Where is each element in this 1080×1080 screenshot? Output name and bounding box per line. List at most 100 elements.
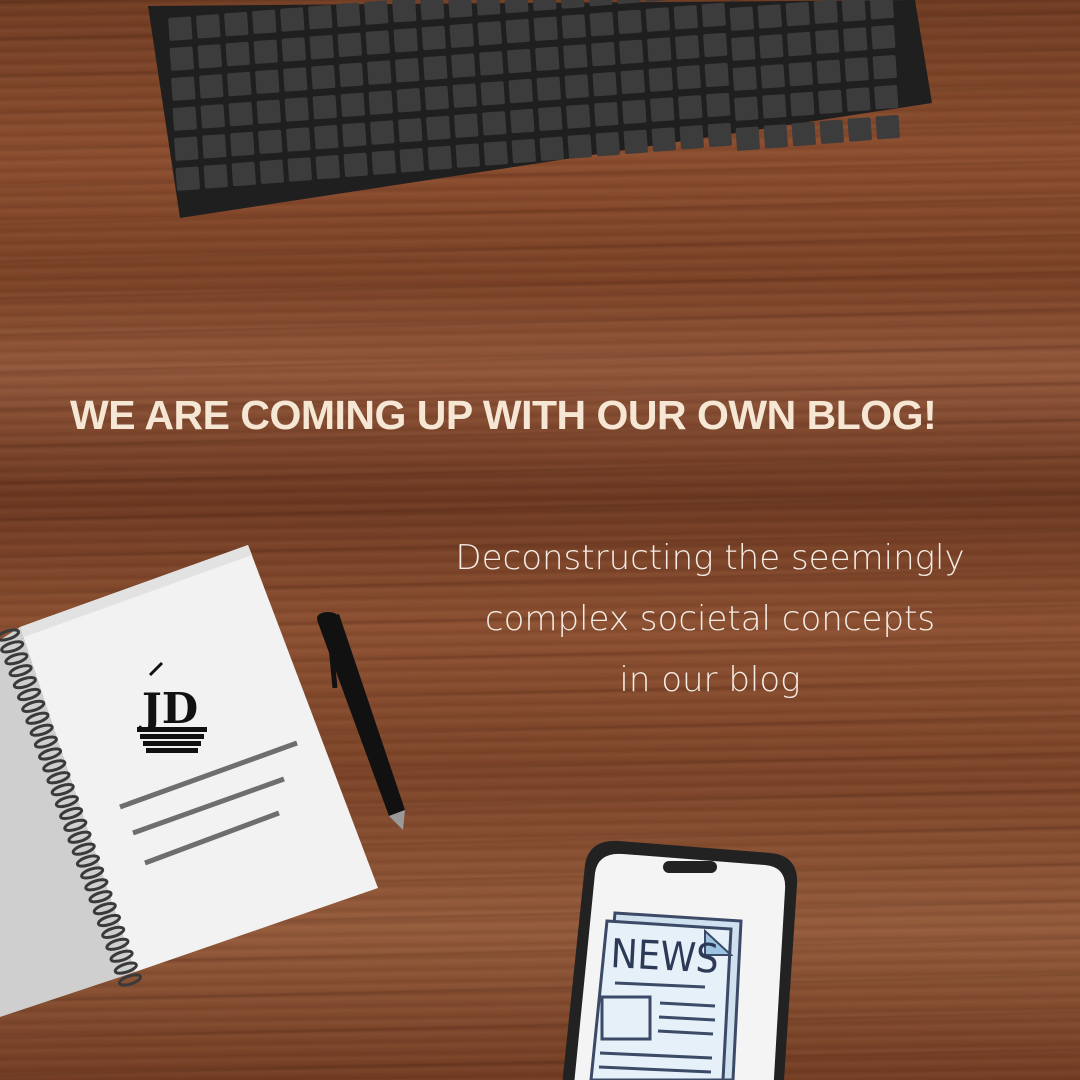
keycap — [230, 131, 255, 157]
keycap — [871, 25, 896, 50]
keycap — [196, 14, 221, 39]
keycap — [283, 67, 308, 92]
keycap — [175, 166, 200, 191]
keycap — [482, 111, 507, 136]
keycap — [507, 48, 532, 74]
keycap — [420, 0, 445, 21]
keycap — [448, 0, 473, 18]
keycap — [875, 115, 900, 140]
keycap — [172, 106, 197, 131]
keycap — [225, 41, 250, 67]
keycap — [595, 132, 620, 157]
keycap — [591, 42, 616, 67]
keycap — [171, 76, 196, 101]
keycap — [813, 0, 838, 24]
keycap — [477, 21, 502, 46]
keycap — [785, 1, 810, 27]
keycap — [365, 30, 390, 55]
keycap — [561, 14, 586, 39]
keycap — [395, 58, 420, 83]
keycap — [449, 23, 474, 48]
keycap — [532, 0, 557, 11]
keycap — [510, 108, 535, 134]
keycap — [651, 127, 676, 152]
keycap — [732, 66, 757, 91]
keycap — [841, 0, 866, 22]
keycap — [368, 90, 393, 115]
keycap — [539, 136, 564, 161]
subtitle-line: in our blog — [619, 660, 801, 700]
keycap — [451, 53, 476, 78]
keycap — [759, 34, 784, 59]
keycap — [762, 94, 787, 119]
keycap — [393, 28, 418, 53]
keycap — [258, 129, 283, 154]
keycap — [843, 27, 868, 52]
keycap — [308, 5, 333, 30]
keycap — [339, 62, 364, 88]
keycap — [252, 9, 277, 34]
keycap — [648, 67, 673, 92]
keycap — [566, 104, 591, 129]
keycap — [311, 65, 336, 90]
keycap — [846, 87, 871, 112]
keycap — [815, 29, 840, 54]
keycap — [256, 99, 281, 124]
keycap — [617, 9, 642, 35]
keycap — [564, 74, 589, 99]
keycap — [788, 61, 813, 87]
keycap — [287, 157, 312, 182]
keycap — [511, 138, 536, 164]
keycap — [315, 155, 340, 180]
keycap — [706, 92, 731, 118]
subtitle-line: Deconstructing the seemingly — [455, 538, 965, 578]
keycap — [423, 55, 448, 81]
keycap — [255, 69, 280, 94]
keycap — [227, 71, 252, 97]
keycap — [874, 85, 899, 110]
promo-poster: WE ARE COMING UP WITH OUR OWN BLOG! Deco… — [0, 0, 1080, 1080]
keyboard-icon — [148, 0, 932, 218]
keycap — [199, 74, 224, 99]
keycap — [729, 6, 754, 31]
pen-icon — [317, 612, 405, 830]
keycap — [844, 57, 869, 82]
keycap — [174, 136, 199, 161]
newspaper-icon: NEWS — [589, 911, 743, 1080]
keycap — [424, 85, 449, 111]
keycap — [734, 96, 759, 121]
keycap — [396, 88, 421, 113]
keycap — [455, 143, 480, 168]
keycap — [504, 0, 529, 14]
keycap — [594, 102, 619, 127]
keycap — [342, 122, 367, 148]
keycap — [819, 119, 844, 144]
keycap — [704, 62, 729, 88]
keycap — [371, 150, 396, 175]
keycap — [202, 134, 227, 159]
keycap — [592, 72, 617, 97]
keycap — [309, 35, 334, 60]
keycap — [757, 4, 782, 29]
keycap — [731, 36, 756, 61]
keycap — [343, 152, 368, 178]
keycap — [623, 129, 648, 155]
subtitle-line: complex societal concepts — [484, 599, 936, 639]
keycap — [340, 92, 365, 118]
keycap — [508, 78, 533, 104]
keycap — [533, 16, 558, 41]
keycap — [421, 25, 446, 51]
keycap — [476, 0, 501, 16]
keycap — [728, 0, 753, 1]
keycap — [168, 16, 193, 41]
keycap — [479, 51, 504, 76]
keycap — [619, 39, 644, 65]
newspaper-title: NEWS — [609, 931, 719, 983]
keycap — [790, 91, 815, 117]
keycap — [228, 101, 253, 127]
keycap — [763, 124, 788, 149]
keycap — [337, 32, 362, 58]
keycap — [589, 12, 614, 37]
keycap — [454, 113, 479, 138]
keycap — [644, 0, 669, 2]
